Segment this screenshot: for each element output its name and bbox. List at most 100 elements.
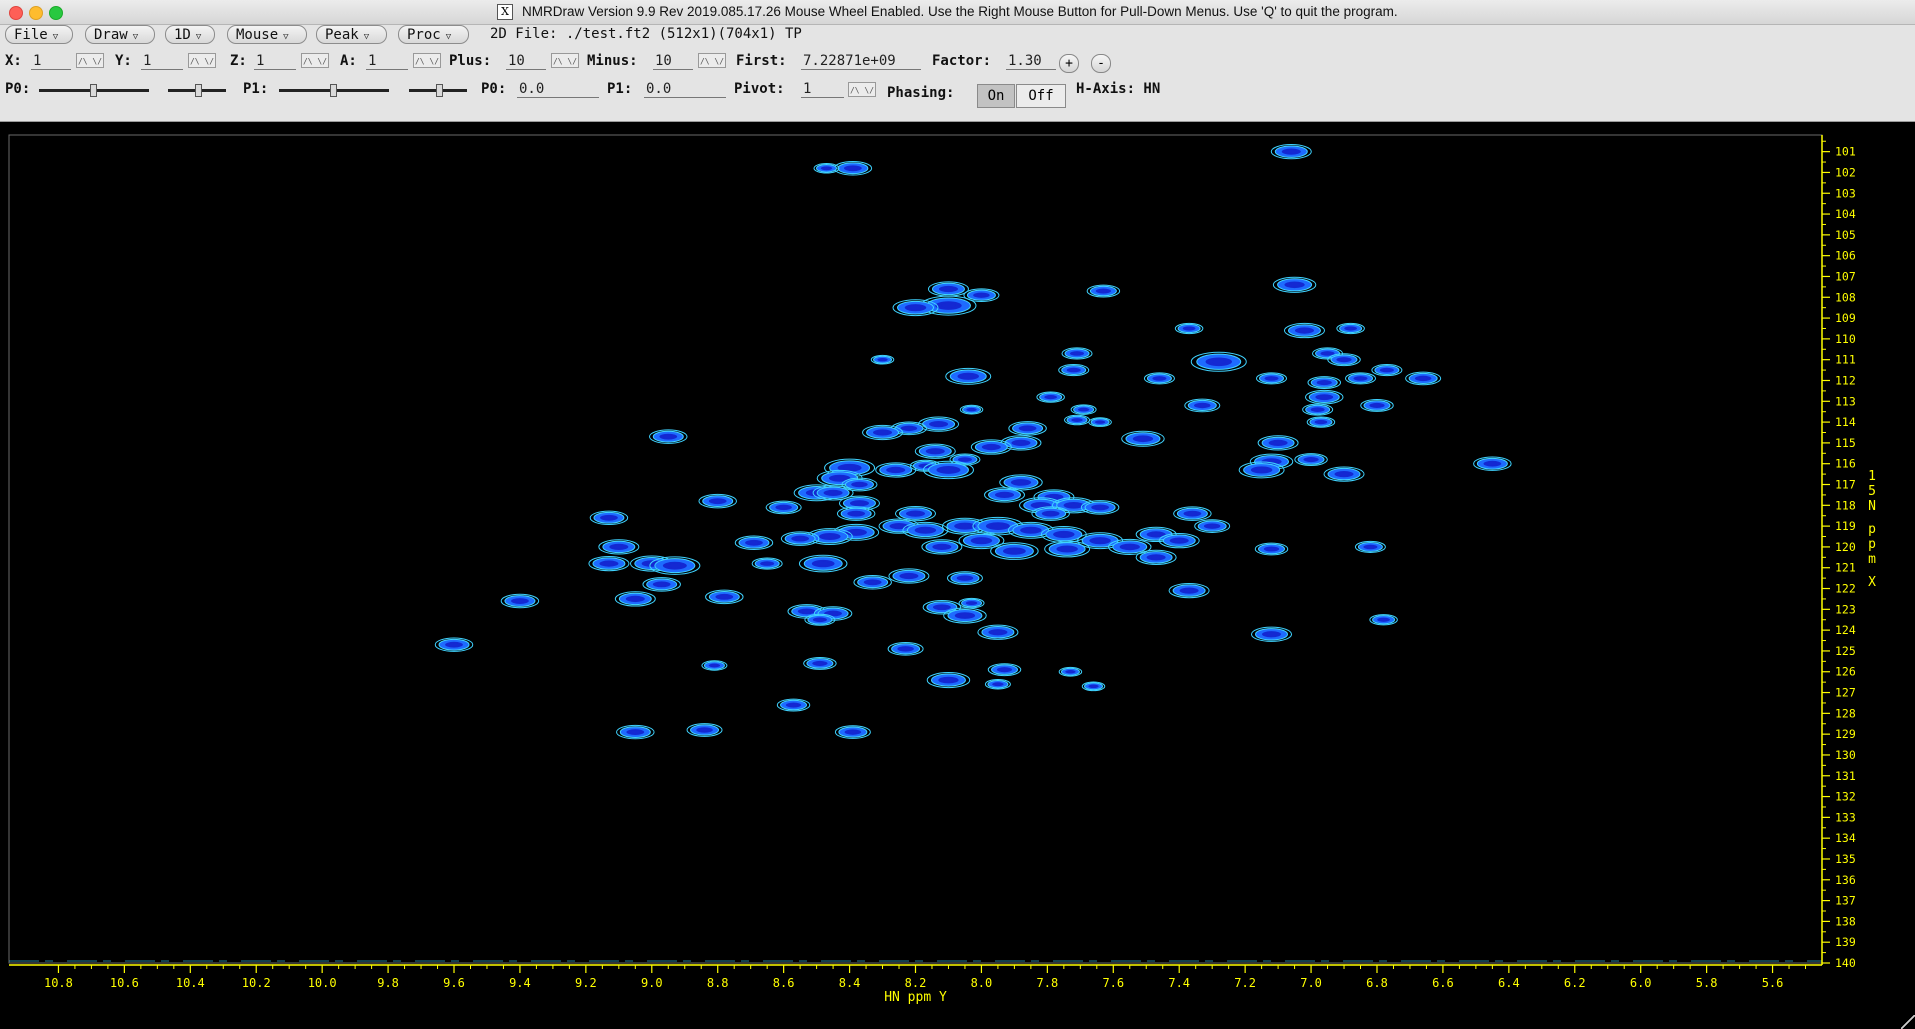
x-tick-label: 9.4 bbox=[509, 976, 531, 990]
peak-contour bbox=[1336, 322, 1365, 335]
a-spinner[interactable]: /\ \/ bbox=[413, 53, 441, 68]
peak-contour bbox=[1254, 542, 1289, 556]
peak-contour-level bbox=[1418, 376, 1428, 381]
peak-contour-level bbox=[1319, 380, 1329, 385]
draw-menu-button[interactable]: Draw ▽ bbox=[85, 25, 155, 44]
chevron-down-icon: ▽ bbox=[283, 32, 289, 42]
peak-contour-level bbox=[900, 646, 911, 651]
peak-contour-level bbox=[1024, 527, 1037, 533]
peak-contour bbox=[1158, 533, 1200, 549]
y-tick-label: 127 bbox=[1835, 686, 1856, 700]
p0-field[interactable]: 0.0 bbox=[517, 80, 599, 98]
p0-coarse-thumb[interactable] bbox=[90, 84, 97, 97]
peak-contour bbox=[1040, 526, 1087, 543]
minus-spinner[interactable]: /\ \/ bbox=[698, 53, 726, 68]
peak-contour bbox=[1080, 500, 1120, 515]
peak-contour bbox=[1088, 417, 1112, 427]
contour-plot[interactable]: 10.8 10.6 10.4 10.2 10.0 9.8 9.6 9.4 9.2 9.0 8.8 8.… bbox=[0, 122, 1915, 1029]
peak-contour-level bbox=[960, 457, 970, 462]
peak-contour bbox=[958, 597, 985, 609]
mouse-menu-button[interactable]: Mouse ▽ bbox=[227, 25, 307, 44]
zoom-window-button[interactable] bbox=[49, 6, 63, 20]
x-tick-label: 10.2 bbox=[242, 976, 271, 990]
z-field[interactable]: 1 bbox=[254, 52, 296, 70]
peak-contour-level bbox=[854, 501, 865, 506]
peak-contour-level bbox=[1267, 376, 1276, 381]
factor-field[interactable]: 1.30 bbox=[1006, 52, 1056, 70]
pivot-field[interactable]: 1 bbox=[801, 80, 844, 98]
peak-contour-level bbox=[795, 536, 806, 541]
peak-contour bbox=[751, 557, 783, 570]
peak-menu-button[interactable]: Peak ▽ bbox=[316, 25, 387, 44]
peak-contour-level bbox=[1372, 403, 1382, 408]
peak-contour bbox=[1190, 351, 1247, 372]
peak-contour bbox=[1173, 506, 1212, 521]
a-label: A: bbox=[340, 53, 357, 69]
peak-contour bbox=[1143, 372, 1175, 385]
peak-contour bbox=[686, 723, 723, 737]
y-spinner[interactable]: /\ \/ bbox=[188, 53, 216, 68]
peak-contour-level bbox=[778, 505, 789, 510]
minimize-window-button[interactable] bbox=[29, 6, 43, 20]
phasing-off-button[interactable]: Off bbox=[1016, 84, 1066, 108]
peak-contour-level bbox=[936, 544, 948, 550]
close-window-button[interactable] bbox=[9, 6, 23, 20]
peak-contour bbox=[1064, 414, 1091, 426]
p1-field[interactable]: 0.0 bbox=[644, 80, 726, 98]
peak-contour bbox=[1345, 372, 1377, 385]
x-field[interactable]: 1 bbox=[31, 52, 71, 70]
peak-contour bbox=[642, 577, 681, 592]
peak-contour bbox=[1168, 582, 1210, 599]
y-tick-label: 123 bbox=[1835, 602, 1856, 616]
y-axis-title: 15N ppm X bbox=[1868, 469, 1876, 590]
peak-contour-level bbox=[960, 576, 970, 581]
peak-contour-level bbox=[941, 467, 956, 473]
peak-contour-level bbox=[1173, 538, 1185, 543]
y-tick-label: 132 bbox=[1835, 790, 1856, 804]
p1-fine-thumb[interactable] bbox=[436, 84, 443, 97]
z-spinner[interactable]: /\ \/ bbox=[301, 53, 329, 68]
peak-contour-level bbox=[1035, 503, 1047, 508]
y-field[interactable]: 1 bbox=[141, 52, 183, 70]
plus-field[interactable]: 10 bbox=[506, 52, 546, 70]
peak-contour bbox=[1031, 506, 1070, 521]
p0-fine-thumb[interactable] bbox=[195, 84, 202, 97]
peak-contour-level bbox=[1045, 511, 1056, 516]
minus-field[interactable]: 10 bbox=[653, 52, 693, 70]
factor-decrease-button[interactable]: - bbox=[1091, 54, 1111, 73]
x-tick-label: 10.0 bbox=[308, 976, 337, 990]
y-tick-label: 113 bbox=[1835, 394, 1856, 408]
file-menu-button[interactable]: File ▽ bbox=[5, 25, 73, 44]
y-tick-label: 135 bbox=[1835, 852, 1856, 866]
y-tick-label: 101 bbox=[1835, 145, 1856, 159]
y-tick-label: 121 bbox=[1835, 561, 1856, 575]
factor-increase-button[interactable]: + bbox=[1059, 54, 1079, 73]
y-tick-label: 117 bbox=[1835, 478, 1856, 492]
oned-menu-button[interactable]: 1D ▽ bbox=[165, 25, 215, 44]
peak-contour bbox=[987, 663, 1022, 677]
y-tick-label: 107 bbox=[1835, 269, 1856, 283]
y-tick-label: 138 bbox=[1835, 914, 1856, 928]
p1-coarse-thumb[interactable] bbox=[330, 84, 337, 97]
first-field[interactable]: 7.22871e+09 bbox=[801, 52, 921, 70]
x-tick-label: 7.8 bbox=[1037, 976, 1059, 990]
chevron-down-icon: ▽ bbox=[363, 32, 370, 42]
y-tick-label: 128 bbox=[1835, 706, 1856, 720]
peak-contour-level bbox=[613, 544, 625, 550]
x-spinner[interactable]: /\ \/ bbox=[76, 53, 104, 68]
pivot-spinner[interactable]: /\ \/ bbox=[848, 82, 876, 97]
plus-spinner[interactable]: /\ \/ bbox=[551, 53, 579, 68]
peak-contour-level bbox=[1487, 461, 1498, 466]
peak-contour-level bbox=[1046, 395, 1055, 399]
pivot-label: Pivot: bbox=[734, 81, 785, 97]
resize-grip-icon[interactable] bbox=[1901, 1015, 1915, 1029]
phasing-on-button[interactable]: On bbox=[977, 84, 1015, 108]
a-field[interactable]: 1 bbox=[366, 52, 408, 70]
x-tick-label: 9.2 bbox=[575, 976, 597, 990]
spectrum-canvas[interactable]: 10.8 10.6 10.4 10.2 10.0 9.8 9.6 9.4 9.2 9.0 8.8 8.… bbox=[0, 122, 1915, 1029]
x-tick-label: 8.4 bbox=[839, 976, 861, 990]
peak-contour-level bbox=[1317, 420, 1325, 424]
x-tick-label: 8.8 bbox=[707, 976, 729, 990]
y-tick-label: 109 bbox=[1835, 311, 1856, 325]
proc-menu-button[interactable]: Proc ▽ bbox=[398, 25, 469, 44]
